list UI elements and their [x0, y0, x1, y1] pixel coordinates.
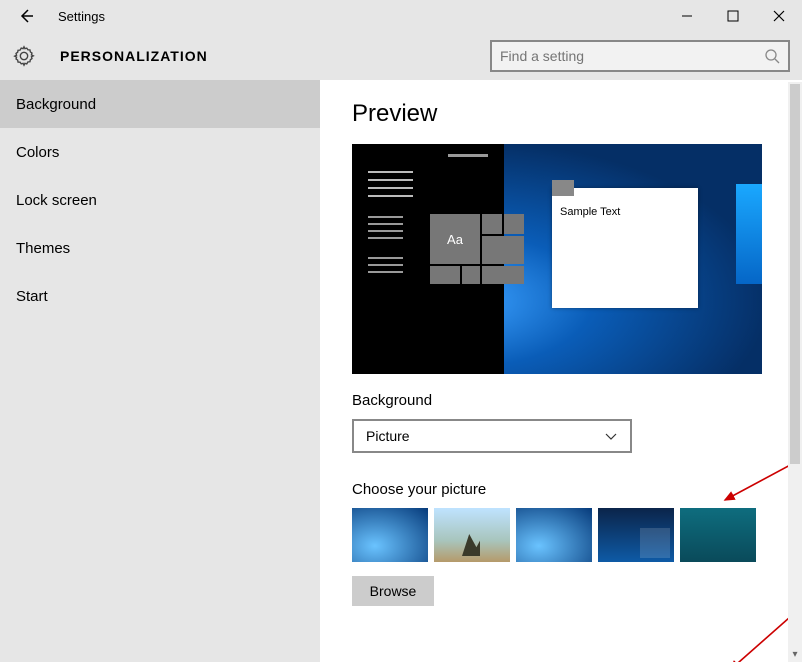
- sidebar-item-label: Start: [16, 288, 48, 305]
- sidebar-item-label: Themes: [16, 240, 70, 257]
- arrow-left-icon: [17, 7, 35, 25]
- picture-thumb[interactable]: [598, 508, 674, 562]
- window-controls: [664, 1, 802, 31]
- background-dropdown[interactable]: Picture: [352, 419, 632, 453]
- sidebar-item-label: Background: [16, 96, 96, 113]
- picture-thumb[interactable]: [680, 508, 756, 562]
- minimize-icon: [681, 10, 693, 22]
- picture-thumb[interactable]: [516, 508, 592, 562]
- scroll-thumb[interactable]: [790, 84, 800, 464]
- sidebar: Background Colors Lock screen Themes Sta…: [0, 80, 320, 662]
- picture-thumb[interactable]: [352, 508, 428, 562]
- scroll-down-icon[interactable]: ▾: [788, 646, 802, 662]
- close-icon: [773, 10, 785, 22]
- close-button[interactable]: [756, 1, 802, 31]
- sidebar-item-background[interactable]: Background: [0, 80, 320, 128]
- window-title: Settings: [58, 9, 105, 24]
- gear-icon: [12, 44, 36, 68]
- background-label: Background: [352, 392, 770, 409]
- choose-picture-label: Choose your picture: [352, 481, 770, 498]
- content-pane: Preview Aa Sample Text Backg: [320, 80, 802, 662]
- dropdown-value: Picture: [366, 428, 410, 444]
- sidebar-item-colors[interactable]: Colors: [0, 128, 320, 176]
- page-title: PERSONALIZATION: [60, 48, 208, 64]
- sidebar-item-label: Colors: [16, 144, 59, 161]
- search-input[interactable]: [500, 48, 764, 64]
- maximize-button[interactable]: [710, 1, 756, 31]
- preview-tile: Aa: [430, 214, 480, 264]
- preview-box: Aa Sample Text: [352, 144, 762, 374]
- search-icon: [764, 48, 780, 64]
- browse-button[interactable]: Browse: [352, 576, 434, 606]
- preview-sample-text: Sample Text: [552, 196, 698, 228]
- preview-heading: Preview: [352, 100, 770, 128]
- chevron-down-icon: [604, 429, 618, 443]
- maximize-icon: [727, 10, 739, 22]
- titlebar: Settings: [0, 0, 802, 32]
- preview-tile-text: Aa: [447, 232, 463, 247]
- picture-thumb[interactable]: [434, 508, 510, 562]
- picture-thumbnails: [352, 508, 770, 562]
- preview-sample-window: Sample Text: [552, 188, 698, 308]
- scrollbar[interactable]: ▴ ▾: [788, 82, 802, 662]
- header: PERSONALIZATION: [0, 32, 802, 80]
- sidebar-item-label: Lock screen: [16, 192, 97, 209]
- sidebar-item-lock-screen[interactable]: Lock screen: [0, 176, 320, 224]
- back-button[interactable]: [12, 2, 40, 30]
- sidebar-item-themes[interactable]: Themes: [0, 224, 320, 272]
- search-box[interactable]: [490, 40, 790, 72]
- minimize-button[interactable]: [664, 1, 710, 31]
- sidebar-item-start[interactable]: Start: [0, 272, 320, 320]
